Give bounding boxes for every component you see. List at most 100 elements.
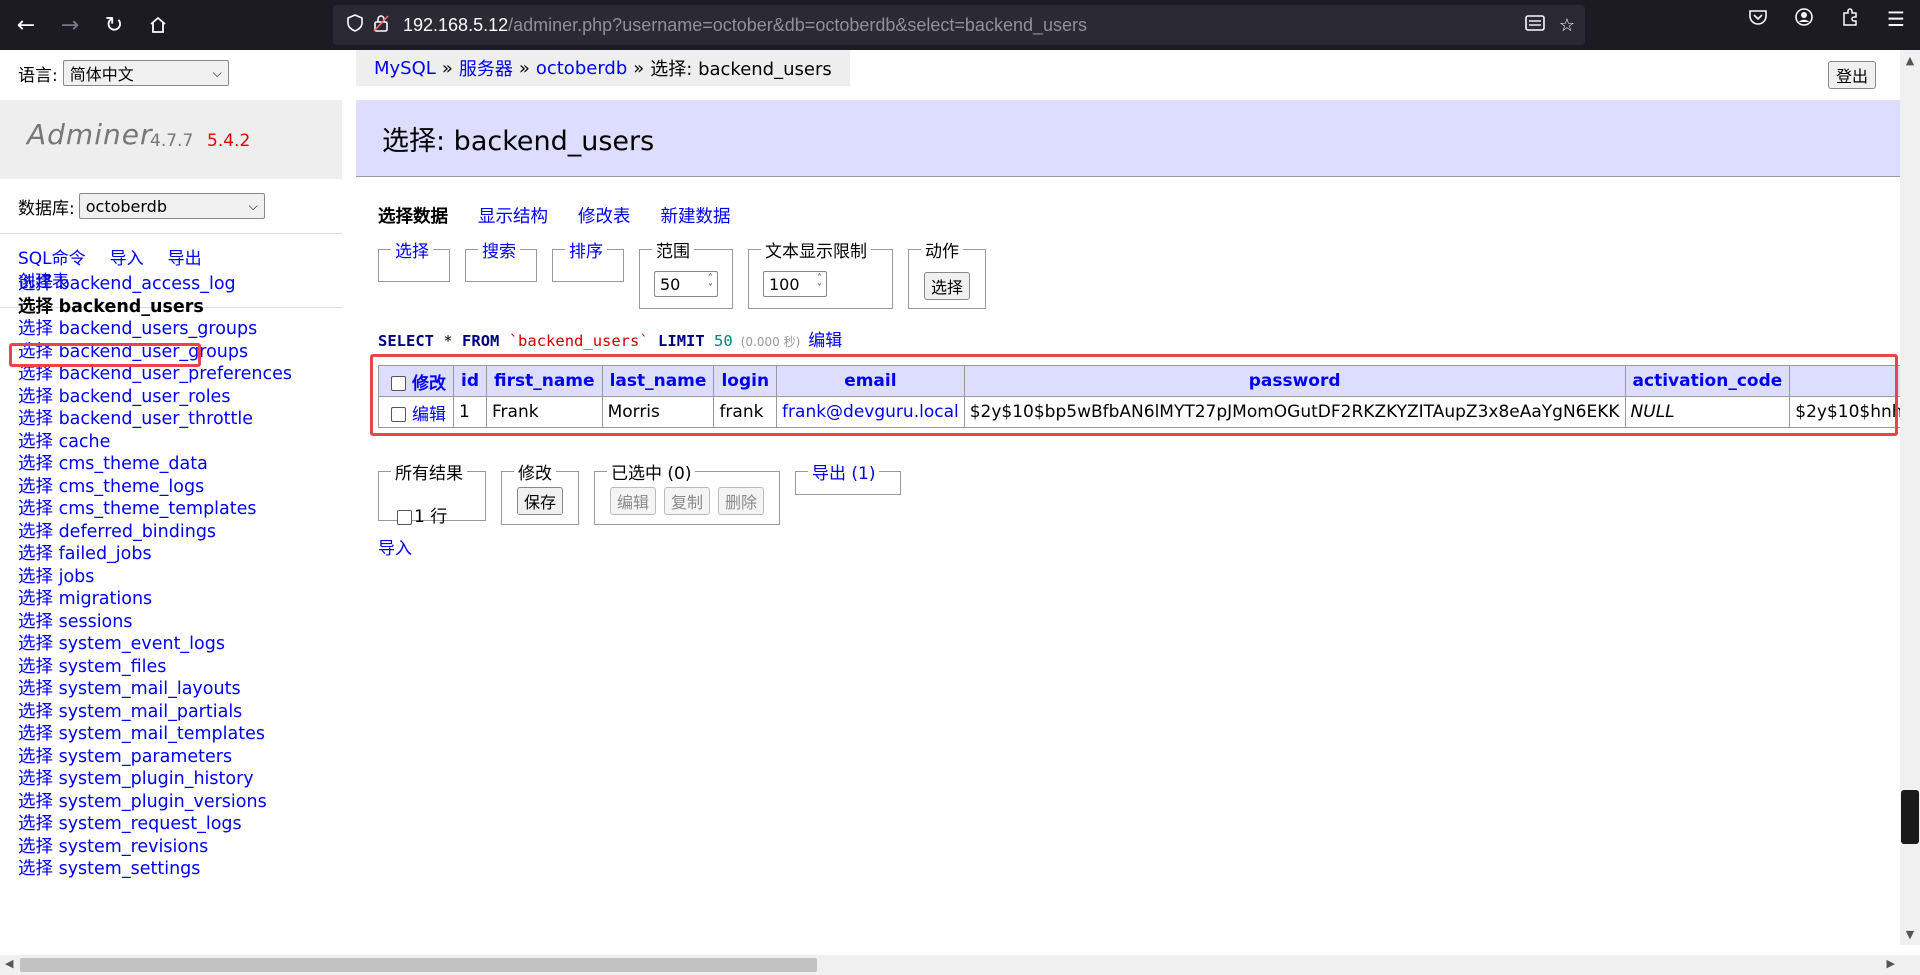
table-name-link[interactable]: backend_access_log [59,274,236,294]
select-table-link[interactable]: 选择 [18,589,53,609]
select-table-link[interactable]: 选择 [18,792,53,812]
text-length-input[interactable]: 100 ˄ ˅ [763,271,827,297]
select-table-link[interactable]: 选择 [18,567,53,587]
delete-selected-button[interactable]: 删除 [718,487,764,515]
select-table-link[interactable]: 选择 [18,409,53,429]
table-name-link[interactable]: cache [59,432,111,452]
forward-icon[interactable]: → [52,7,88,43]
spinner-icon[interactable]: ˄ ˅ [817,274,822,294]
spinner-icon[interactable]: ˄ ˅ [708,274,713,294]
table-name-link[interactable]: system_plugin_history [59,769,254,789]
table-name-link[interactable]: cms_theme_logs [59,477,205,497]
language-select[interactable]: 简体中文 ⌵ [62,60,229,86]
select-table-link[interactable]: 选择 [18,859,53,879]
limit-input[interactable]: 50 ˄ ˅ [654,271,718,297]
extensions-icon[interactable] [1836,7,1864,32]
scroll-down-icon[interactable]: ▼ [1900,928,1920,941]
tab-alter-table[interactable]: 修改表 [578,203,631,228]
table-name-link[interactable]: backend_user_throttle [59,409,253,429]
select-table-link[interactable]: 选择 [18,544,53,564]
select-table-link[interactable]: 选择 [18,387,53,407]
table-name-link[interactable]: system_mail_layouts [59,679,241,699]
sql-command-link[interactable]: SQL命令 [18,249,86,269]
table-name-link[interactable]: system_request_logs [59,814,242,834]
save-button[interactable]: 保存 [517,487,563,515]
search-toggle[interactable]: 搜索 [482,242,516,262]
import-link[interactable]: 导入 [110,249,144,269]
select-table-link[interactable]: 选择 [18,679,53,699]
select-submit-button[interactable]: 选择 [924,272,970,300]
reader-view-icon[interactable] [1525,14,1545,37]
all-results-checkbox[interactable] [397,509,412,525]
pocket-icon[interactable] [1744,7,1772,32]
import-link[interactable]: 导入 [378,534,412,559]
url-bar[interactable]: 192.168.5.12/adminer.php?username=octobe… [333,5,1585,45]
insecure-lock-icon[interactable] [373,14,389,37]
select-table-link[interactable]: 选择 [18,477,53,497]
tab-show-structure[interactable]: 显示结构 [478,203,548,228]
shield-icon[interactable] [347,13,363,37]
table-name-link[interactable]: system_mail_partials [59,702,243,722]
database-select[interactable]: octoberdb ⌵ [78,193,265,219]
table-name-link[interactable]: cms_theme_templates [59,499,257,519]
select-table-link[interactable]: 选择 [18,634,53,654]
table-name-link[interactable]: system_revisions [59,837,209,857]
select-table-link[interactable]: 选择 [18,814,53,834]
table-name-link[interactable]: failed_jobs [59,544,152,564]
edit-selected-button[interactable]: 编辑 [610,487,656,515]
table-name-link[interactable]: system_files [59,657,167,677]
table-name-link[interactable]: sessions [59,612,133,632]
select-table-link[interactable]: 选择 [18,297,53,317]
breadcrumb-server[interactable]: 服务器 [459,55,513,81]
horizontal-scrollbar[interactable]: ◀ ▶ [0,955,1900,975]
clone-selected-button[interactable]: 复制 [664,487,710,515]
back-icon[interactable]: ← [8,7,44,43]
table-name-link[interactable]: cms_theme_data [59,454,208,474]
select-table-link[interactable]: 选择 [18,769,53,789]
scroll-up-icon[interactable]: ▲ [1900,54,1920,67]
select-table-link[interactable]: 选择 [18,432,53,452]
breadcrumb-database[interactable]: octoberdb [536,58,627,79]
scroll-thumb[interactable] [20,958,817,972]
select-table-link[interactable]: 选择 [18,702,53,722]
breadcrumb-mysql[interactable]: MySQL [374,58,436,79]
select-table-link[interactable]: 选择 [18,454,53,474]
table-name-link[interactable]: backend_users_groups [59,319,258,339]
select-table-link[interactable]: 选择 [18,364,53,384]
logout-button[interactable]: 登出 [1828,61,1876,89]
select-table-link[interactable]: 选择 [18,522,53,542]
url-text[interactable]: 192.168.5.12/adminer.php?username=octobe… [403,15,1087,36]
scroll-left-icon[interactable]: ◀ [5,957,13,970]
table-name-link[interactable]: system_parameters [59,747,233,767]
vertical-scrollbar[interactable]: ▲ ▼ [1900,50,1920,945]
tab-select-data[interactable]: 选择数据 [378,203,448,228]
menu-icon[interactable]: ☰ [1882,7,1910,32]
tab-new-item[interactable]: 新建数据 [661,203,731,228]
select-table-link[interactable]: 选择 [18,724,53,744]
all-results-option[interactable]: 1 行 [397,502,447,527]
select-table-link[interactable]: 选择 [18,657,53,677]
select-table-link[interactable]: 选择 [18,499,53,519]
export-link[interactable]: 导出 [168,249,202,269]
app-logo[interactable]: Adminer [27,118,152,151]
table-name-link[interactable]: backend_user_roles [59,387,231,407]
select-columns-toggle[interactable]: 选择 [395,242,429,262]
bookmark-star-icon[interactable]: ☆ [1559,15,1575,36]
table-name-link[interactable]: backend_users [59,297,204,317]
table-name-link[interactable]: system_event_logs [59,634,225,654]
table-name-link[interactable]: migrations [59,589,153,609]
scroll-right-icon[interactable]: ▶ [1887,957,1895,970]
select-table-link[interactable]: 选择 [18,274,53,294]
select-table-link[interactable]: 选择 [18,837,53,857]
table-name-link[interactable]: deferred_bindings [59,522,216,542]
table-name-link[interactable]: system_settings [59,859,201,879]
select-table-link[interactable]: 选择 [18,747,53,767]
table-name-link[interactable]: backend_user_preferences [59,364,292,384]
select-table-link[interactable]: 选择 [18,612,53,632]
table-name-link[interactable]: system_mail_templates [59,724,265,744]
table-name-link[interactable]: jobs [59,567,95,587]
reload-icon[interactable]: ↻ [96,7,132,43]
export-toggle[interactable]: 导出 (1) [812,464,875,484]
table-name-link[interactable]: system_plugin_versions [59,792,267,812]
select-table-link[interactable]: 选择 [18,319,53,339]
